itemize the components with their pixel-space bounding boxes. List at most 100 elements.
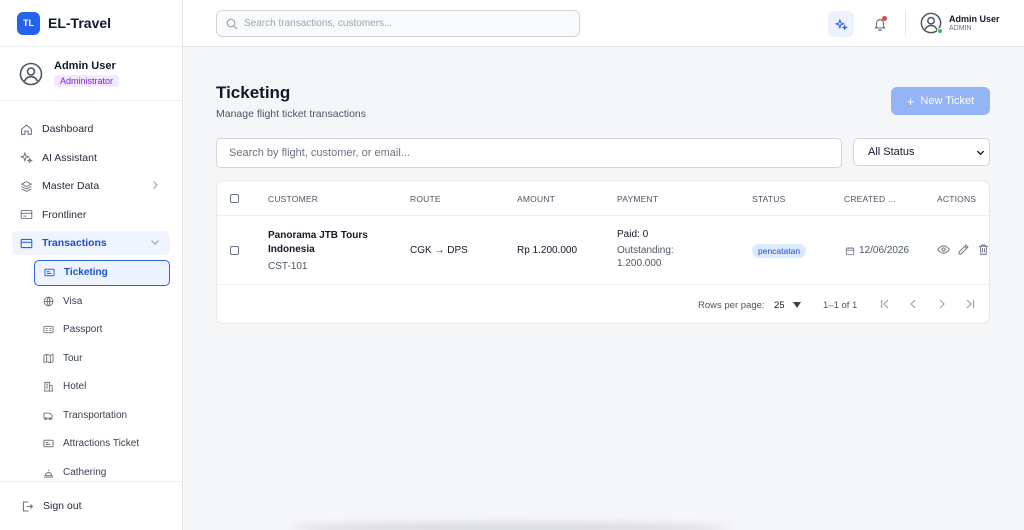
chevron-down-icon bbox=[976, 150, 985, 156]
brand-logo: TL bbox=[17, 11, 40, 35]
sidebar-subitem-passport[interactable]: Passport bbox=[34, 317, 170, 343]
brand-name: EL-Travel bbox=[48, 15, 112, 31]
plus-icon: + bbox=[906, 93, 915, 109]
sidebar-subitem-attractions-ticket[interactable]: Attractions Ticket bbox=[34, 431, 170, 457]
cloche-icon bbox=[43, 467, 54, 478]
amount-cell: Rp 1.200.000 bbox=[517, 245, 578, 256]
sparkle-icon bbox=[834, 17, 848, 31]
user-avatar bbox=[920, 12, 943, 34]
brand[interactable]: TL EL-Travel bbox=[0, 0, 182, 47]
window-shadow bbox=[290, 522, 730, 530]
sparkle-icon bbox=[20, 151, 33, 164]
sidebar-subitem-label: Hotel bbox=[63, 381, 87, 392]
bus-icon bbox=[43, 410, 54, 421]
next-page-icon[interactable] bbox=[936, 298, 948, 310]
sidebar-item-label: Master Data bbox=[42, 180, 100, 192]
passport-icon bbox=[43, 324, 54, 335]
sidebar-subitem-hotel[interactable]: Hotel bbox=[34, 374, 170, 400]
online-status-dot bbox=[937, 28, 943, 34]
sidebar-subitem-transportation[interactable]: Transportation bbox=[34, 402, 170, 428]
topbar-user-role: ADMIN bbox=[949, 25, 972, 32]
sidebar-subitem-visa[interactable]: Visa bbox=[34, 288, 170, 314]
user-menu[interactable]: Admin User ADMIN bbox=[920, 12, 1000, 34]
notifications-button[interactable] bbox=[867, 11, 893, 37]
sidebar-item-label: Frontliner bbox=[42, 208, 87, 221]
sidebar-subitem-label: Cathering bbox=[63, 466, 107, 478]
search-icon bbox=[226, 18, 238, 29]
edit-icon[interactable] bbox=[957, 243, 970, 256]
page-subtitle: Manage flight ticket transactions bbox=[216, 108, 366, 120]
layers-icon bbox=[20, 180, 33, 193]
caret-down-icon[interactable] bbox=[793, 302, 801, 308]
ai-assistant-button[interactable] bbox=[828, 11, 854, 37]
first-page-icon[interactable] bbox=[879, 298, 891, 310]
map-icon bbox=[43, 353, 54, 364]
rows-per-page-label: Rows per page: bbox=[698, 300, 765, 311]
sidebar-item-ai-assistant[interactable]: AI Assistant bbox=[12, 146, 170, 170]
column-header-payment[interactable]: PAYMENT bbox=[617, 194, 658, 204]
payment-outstanding: Outstanding: 1.200.000 bbox=[617, 245, 674, 269]
sidebar-item-label: AI Assistant bbox=[42, 151, 97, 164]
sidebar-item-label: Transactions bbox=[42, 237, 107, 249]
delete-icon[interactable] bbox=[977, 243, 990, 256]
created-cell: 12/06/2026 bbox=[845, 245, 909, 256]
sign-out-label: Sign out bbox=[43, 500, 82, 512]
column-header-actions: ACTIONS bbox=[937, 194, 977, 204]
topbar-user-name: Admin User bbox=[949, 14, 1000, 24]
sidebar-subitem-label: Ticketing bbox=[64, 267, 108, 278]
calendar-icon bbox=[845, 246, 855, 255]
table-row[interactable]: Panorama JTB Tours Indonesia CST-101 CGK… bbox=[217, 216, 990, 285]
payment-paid: Paid: 0 bbox=[617, 229, 649, 240]
sidebar-user-role-badge: Administrator bbox=[54, 75, 120, 87]
view-icon[interactable] bbox=[937, 243, 950, 256]
customer-name: Panorama JTB Tours Indonesia bbox=[268, 230, 368, 255]
table-header: CUSTOMER ROUTE AMOUNT PAYMENT STATUS CRE… bbox=[217, 181, 989, 216]
topbar-divider bbox=[905, 11, 906, 36]
sidebar-subitem-tour[interactable]: Tour bbox=[34, 345, 170, 371]
ticket-table: CUSTOMER ROUTE AMOUNT PAYMENT STATUS CRE… bbox=[216, 180, 990, 324]
page-range: 1–1 of 1 bbox=[823, 300, 858, 311]
global-search[interactable] bbox=[216, 10, 580, 37]
new-ticket-button[interactable]: + New Ticket bbox=[891, 87, 990, 115]
ticket-search-input[interactable] bbox=[216, 138, 842, 168]
sidebar-subitem-label: Tour bbox=[63, 352, 83, 364]
status-filter-value: All Status bbox=[868, 146, 915, 158]
column-header-customer[interactable]: CUSTOMER bbox=[268, 194, 318, 204]
sidebar-subitem-label: Passport bbox=[63, 324, 103, 335]
new-ticket-label: New Ticket bbox=[920, 95, 975, 107]
sign-out-icon bbox=[22, 501, 34, 511]
sidebar-item-transactions[interactable]: Transactions bbox=[12, 231, 170, 255]
sidebar: TL EL-Travel Admin User Administrator Da… bbox=[0, 0, 183, 530]
globe-icon bbox=[43, 296, 54, 307]
table-pagination: Rows per page: 25 1–1 of 1 bbox=[217, 286, 989, 323]
building-icon bbox=[43, 381, 54, 392]
column-header-created[interactable]: CREATED ... bbox=[844, 194, 896, 204]
select-all-checkbox[interactable] bbox=[230, 194, 239, 203]
previous-page-icon[interactable] bbox=[907, 298, 919, 310]
global-search-input[interactable] bbox=[244, 18, 564, 29]
route-cell: CGK → DPS bbox=[410, 245, 468, 256]
row-checkbox[interactable] bbox=[230, 246, 239, 255]
chevron-down-icon bbox=[151, 240, 159, 245]
status-badge: pencatatan bbox=[752, 244, 807, 258]
column-header-amount[interactable]: AMOUNT bbox=[517, 194, 555, 204]
sidebar-item-master-data[interactable]: Master Data bbox=[12, 174, 170, 198]
sidebar-item-frontliner[interactable]: Frontliner bbox=[12, 203, 170, 227]
sidebar-item-label: Dashboard bbox=[42, 123, 94, 135]
status-filter-select[interactable]: All Status bbox=[853, 138, 990, 166]
customer-code: CST-101 bbox=[268, 261, 308, 272]
column-header-route[interactable]: ROUTE bbox=[410, 194, 441, 204]
column-header-status[interactable]: STATUS bbox=[752, 194, 785, 204]
last-page-icon[interactable] bbox=[964, 298, 976, 310]
sidebar-subitem-label: Visa bbox=[63, 295, 83, 307]
created-date: 12/06/2026 bbox=[859, 245, 910, 256]
sidebar-user-name: Admin User bbox=[54, 60, 116, 72]
rows-per-page-select[interactable]: 25 bbox=[774, 300, 785, 311]
sign-out-button[interactable]: Sign out bbox=[0, 481, 182, 530]
sidebar-subitem-label: Attractions Ticket bbox=[63, 438, 140, 449]
home-icon bbox=[20, 123, 33, 136]
sidebar-item-dashboard[interactable]: Dashboard bbox=[12, 117, 170, 141]
notification-dot bbox=[882, 16, 887, 21]
sidebar-subitem-ticketing[interactable]: Ticketing bbox=[34, 259, 170, 286]
sidebar-nav: Dashboard AI Assistant Master Data Front… bbox=[0, 101, 182, 485]
